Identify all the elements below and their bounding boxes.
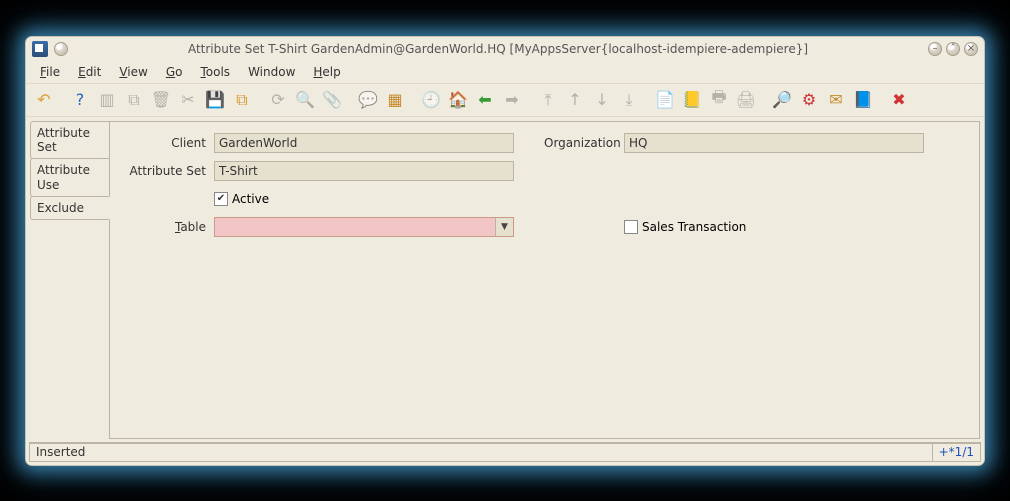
home-icon[interactable]: 🏠 bbox=[446, 88, 470, 112]
tab-attribute-use[interactable]: Attribute Use bbox=[30, 158, 110, 197]
toolbar: ↶ ? ▥ ⧉ 🗑 ✂ 💾 ⧉ ⟳ 🔍 📎 💬 ▦ 🕘 🏠 ⬅ ➡ ⤒ ↑ ↓ … bbox=[26, 83, 984, 117]
app-icon bbox=[32, 41, 48, 57]
request-icon[interactable]: ✉ bbox=[824, 88, 848, 112]
menubar: File Edit View Go Tools Window Help bbox=[26, 61, 984, 83]
first-icon[interactable]: ⤒ bbox=[536, 88, 560, 112]
attribute-set-value: T-Shirt bbox=[219, 164, 258, 178]
organization-field: HQ bbox=[624, 133, 924, 153]
parent-icon[interactable]: ⬅ bbox=[473, 88, 497, 112]
report-icon[interactable]: 📄 bbox=[653, 88, 677, 112]
window-controls: – ˄ × bbox=[928, 42, 978, 56]
tab-attribute-set[interactable]: Attribute Set bbox=[30, 121, 110, 160]
detail-icon[interactable]: ➡ bbox=[500, 88, 524, 112]
history-icon[interactable]: 🕘 bbox=[419, 88, 443, 112]
client-label: Client bbox=[124, 136, 214, 150]
workflow-icon[interactable]: ⚙ bbox=[797, 88, 821, 112]
menu-help[interactable]: Help bbox=[305, 63, 348, 81]
tab-label: Attribute bbox=[37, 163, 90, 177]
client-field: GardenWorld bbox=[214, 133, 514, 153]
chat-icon[interactable]: 💬 bbox=[356, 88, 380, 112]
table-combo[interactable]: ▼ bbox=[214, 217, 514, 237]
next-icon[interactable]: ↓ bbox=[590, 88, 614, 112]
menu-file[interactable]: File bbox=[32, 63, 68, 81]
prev-icon[interactable]: ↑ bbox=[563, 88, 587, 112]
active-label: Active bbox=[232, 192, 269, 206]
client-value: GardenWorld bbox=[219, 136, 297, 150]
last-icon[interactable]: ⤓ bbox=[617, 88, 641, 112]
close-icon[interactable]: ✖ bbox=[887, 88, 911, 112]
find-icon[interactable]: 🔍 bbox=[293, 88, 317, 112]
titlebar-menu-button[interactable] bbox=[54, 42, 68, 56]
tab-list: Attribute Set Attribute Use Exclude bbox=[30, 121, 110, 439]
minimize-button[interactable]: – bbox=[928, 42, 942, 56]
zoom-across-icon[interactable]: 🔎 bbox=[770, 88, 794, 112]
table-combo-input[interactable] bbox=[215, 218, 495, 236]
window-title: Attribute Set T-Shirt GardenAdmin@Garden… bbox=[74, 42, 922, 56]
maximize-button[interactable]: ˄ bbox=[946, 42, 960, 56]
grid-toggle-icon[interactable]: ▦ bbox=[383, 88, 407, 112]
attribute-set-label: Attribute Set bbox=[124, 164, 214, 178]
undo-icon[interactable]: ↶ bbox=[32, 88, 56, 112]
organization-label: Organization bbox=[544, 136, 624, 150]
product-info-icon[interactable]: 📘 bbox=[851, 88, 875, 112]
menu-go[interactable]: Go bbox=[158, 63, 191, 81]
chevron-down-icon[interactable]: ▼ bbox=[495, 218, 513, 236]
status-message: Inserted bbox=[29, 443, 933, 462]
organization-value: HQ bbox=[629, 136, 647, 150]
save-icon[interactable]: 💾 bbox=[203, 88, 227, 112]
delete-selection-icon[interactable]: ✂ bbox=[176, 88, 200, 112]
new-icon[interactable]: ▥ bbox=[95, 88, 119, 112]
help-icon[interactable]: ? bbox=[68, 88, 92, 112]
print-icon[interactable]: 🖨 bbox=[734, 88, 758, 112]
menu-tools[interactable]: Tools bbox=[192, 63, 238, 81]
attribute-set-field: T-Shirt bbox=[214, 161, 514, 181]
tab-label: Use bbox=[37, 178, 59, 192]
archive-icon[interactable]: 📒 bbox=[680, 88, 704, 112]
record-indicator: +*1/1 bbox=[933, 443, 981, 462]
tab-exclude[interactable]: Exclude bbox=[30, 196, 110, 220]
content-area: Attribute Set Attribute Use Exclude Clie… bbox=[26, 117, 984, 439]
tab-label: Set bbox=[37, 140, 57, 154]
titlebar: Attribute Set T-Shirt GardenAdmin@Garden… bbox=[26, 37, 984, 61]
active-checkbox[interactable] bbox=[214, 192, 228, 206]
tab-label: Exclude bbox=[37, 201, 84, 215]
sales-transaction-label: Sales Transaction bbox=[642, 220, 746, 234]
statusbar: Inserted +*1/1 bbox=[29, 442, 981, 462]
sales-transaction-checkbox[interactable] bbox=[624, 220, 638, 234]
refresh-icon[interactable]: ⟳ bbox=[266, 88, 290, 112]
menu-edit[interactable]: Edit bbox=[70, 63, 109, 81]
menu-window[interactable]: Window bbox=[240, 63, 303, 81]
print-preview-icon[interactable]: 🖶 bbox=[707, 88, 731, 112]
attachment-icon[interactable]: 📎 bbox=[320, 88, 344, 112]
save-new-icon[interactable]: ⧉ bbox=[230, 88, 254, 112]
form-panel: Client GardenWorld Organization HQ Attri… bbox=[109, 121, 980, 439]
close-window-button[interactable]: × bbox=[964, 42, 978, 56]
tab-label: Attribute bbox=[37, 126, 90, 140]
menu-view[interactable]: View bbox=[111, 63, 155, 81]
table-label: Table bbox=[124, 220, 214, 234]
delete-icon[interactable]: 🗑 bbox=[149, 88, 173, 112]
copy-icon[interactable]: ⧉ bbox=[122, 88, 146, 112]
window: Attribute Set T-Shirt GardenAdmin@Garden… bbox=[25, 36, 985, 466]
